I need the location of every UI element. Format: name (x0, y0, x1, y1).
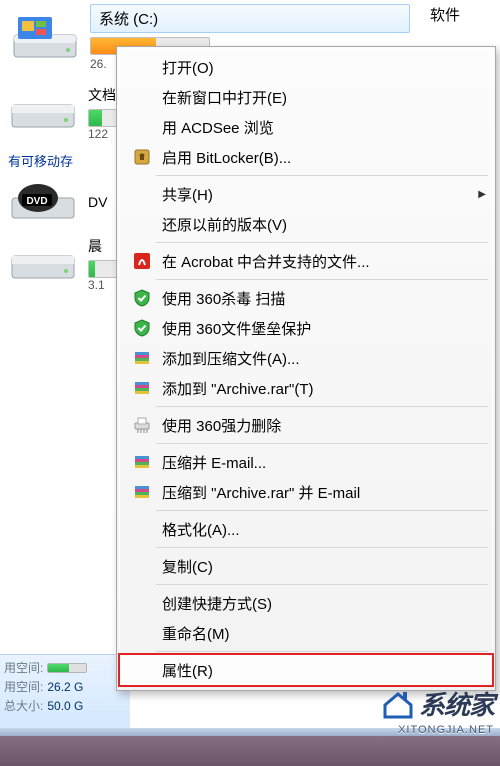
shredder-icon (128, 414, 156, 436)
drive-sub: 122 (88, 127, 118, 141)
menu-item[interactable]: 用 ACDSee 浏览 (120, 112, 492, 142)
status-value: 26.2 G (47, 680, 83, 694)
menu-item-label: 在新窗口中打开(E) (156, 87, 287, 108)
hdd-icon (8, 91, 78, 135)
winrar-icon (128, 377, 156, 399)
watermark-url: XITONGJIA.NET (398, 724, 494, 736)
blank-icon (128, 183, 156, 205)
menu-separator (156, 406, 488, 407)
menu-item[interactable]: 打开(O) (120, 52, 492, 82)
menu-item-label: 添加到 "Archive.rar"(T) (156, 378, 314, 399)
mini-capacity-bar (47, 663, 87, 673)
menu-item-label: 启用 BitLocker(B)... (156, 147, 291, 168)
menu-item[interactable]: 在 Acrobat 中合并支持的文件... (120, 246, 492, 276)
menu-item[interactable]: 属性(R) (120, 655, 492, 685)
svg-text:DVD: DVD (26, 196, 47, 207)
menu-separator (156, 443, 488, 444)
status-label: 用空间: (4, 659, 43, 676)
menu-item[interactable]: 添加到 "Archive.rar"(T) (120, 373, 492, 403)
menu-item[interactable]: 创建快捷方式(S) (120, 588, 492, 618)
status-label: 用空间: (4, 678, 43, 695)
watermark-text: 系统家 (419, 685, 494, 722)
menu-separator (156, 242, 488, 243)
menu-item-label: 重命名(M) (156, 623, 230, 644)
menu-separator (156, 584, 488, 585)
context-menu: 打开(O) 在新窗口中打开(E) 用 ACDSee 浏览启用 BitLocker(B… (116, 46, 496, 691)
status-label: 总大小: (4, 697, 43, 714)
menu-item[interactable]: 启用 BitLocker(B)... (120, 142, 492, 172)
menu-item[interactable]: 使用 360文件堡垒保护 (120, 313, 492, 343)
status-bar: 用空间: 用空间: 26.2 G 总大小: 50.0 G (0, 654, 130, 728)
menu-item-label: 格式化(A)... (156, 519, 240, 540)
menu-separator (156, 279, 488, 280)
menu-item[interactable]: 添加到压缩文件(A)... (120, 343, 492, 373)
menu-item[interactable]: 还原以前的版本(V) (120, 209, 492, 239)
blank-icon (128, 622, 156, 644)
watermark: 系统家 XITONGJIA.NET (381, 685, 494, 722)
blank-icon (128, 56, 156, 78)
blank-icon (128, 518, 156, 540)
menu-item-label: 使用 360强力删除 (156, 415, 281, 436)
menu-item-label: 打开(O) (156, 57, 214, 78)
menu-item-label: 添加到压缩文件(A)... (156, 348, 300, 369)
menu-item[interactable]: 使用 360强力删除 (120, 410, 492, 440)
menu-item-label: 属性(R) (156, 660, 213, 681)
drive-name: 晨 (88, 236, 118, 256)
menu-item[interactable]: 共享(H) ▶ (120, 179, 492, 209)
drive-name: DV (88, 194, 107, 210)
menu-item[interactable]: 压缩到 "Archive.rar" 并 E-mail (120, 477, 492, 507)
drive-sub: 3.1 (88, 278, 118, 292)
drive-name: 文档 (88, 85, 118, 105)
drive-title: 系统 (C:) (90, 4, 410, 33)
taskbar-strip (0, 736, 500, 766)
blank-icon (128, 592, 156, 614)
blank-icon (128, 659, 156, 681)
menu-item-label: 压缩并 E-mail... (156, 452, 266, 473)
winrar-icon (128, 347, 156, 369)
hdd-icon (8, 242, 78, 286)
menu-item[interactable]: 格式化(A)... (120, 514, 492, 544)
menu-item-label: 用 ACDSee 浏览 (156, 117, 274, 138)
menu-item[interactable]: 使用 360杀毒 扫描 (120, 283, 492, 313)
submenu-arrow-icon: ▶ (478, 189, 486, 200)
menu-separator (156, 651, 488, 652)
menu-item-label: 复制(C) (156, 556, 213, 577)
shield-green-icon (128, 287, 156, 309)
capacity-bar (88, 260, 118, 278)
menu-item[interactable]: 复制(C) (120, 551, 492, 581)
menu-item[interactable]: 重命名(M) (120, 618, 492, 648)
drive-icon (10, 13, 80, 63)
bitlocker-icon (128, 146, 156, 168)
capacity-bar (88, 109, 118, 127)
blank-icon (128, 555, 156, 577)
menu-item-label: 在 Acrobat 中合并支持的文件... (156, 251, 370, 272)
menu-item[interactable]: 在新窗口中打开(E) (120, 82, 492, 112)
menu-item-label: 使用 360文件堡垒保护 (156, 318, 311, 339)
dvd-icon: DVD (8, 180, 78, 224)
menu-item-label: 压缩到 "Archive.rar" 并 E-mail (156, 482, 360, 503)
menu-item-label: 使用 360杀毒 扫描 (156, 288, 285, 309)
menu-separator (156, 175, 488, 176)
blank-icon (128, 116, 156, 138)
menu-item-label: 还原以前的版本(V) (156, 214, 287, 235)
menu-separator (156, 510, 488, 511)
winrar-icon (128, 451, 156, 473)
status-value: 50.0 G (47, 699, 83, 713)
winrar-icon (128, 481, 156, 503)
shield-green-icon (128, 317, 156, 339)
menu-item-label: 创建快捷方式(S) (156, 593, 272, 614)
menu-separator (156, 547, 488, 548)
blank-icon (128, 86, 156, 108)
blank-icon (128, 213, 156, 235)
menu-item[interactable]: 压缩并 E-mail... (120, 447, 492, 477)
acrobat-icon (128, 250, 156, 272)
menu-item-label: 共享(H) (156, 184, 213, 205)
